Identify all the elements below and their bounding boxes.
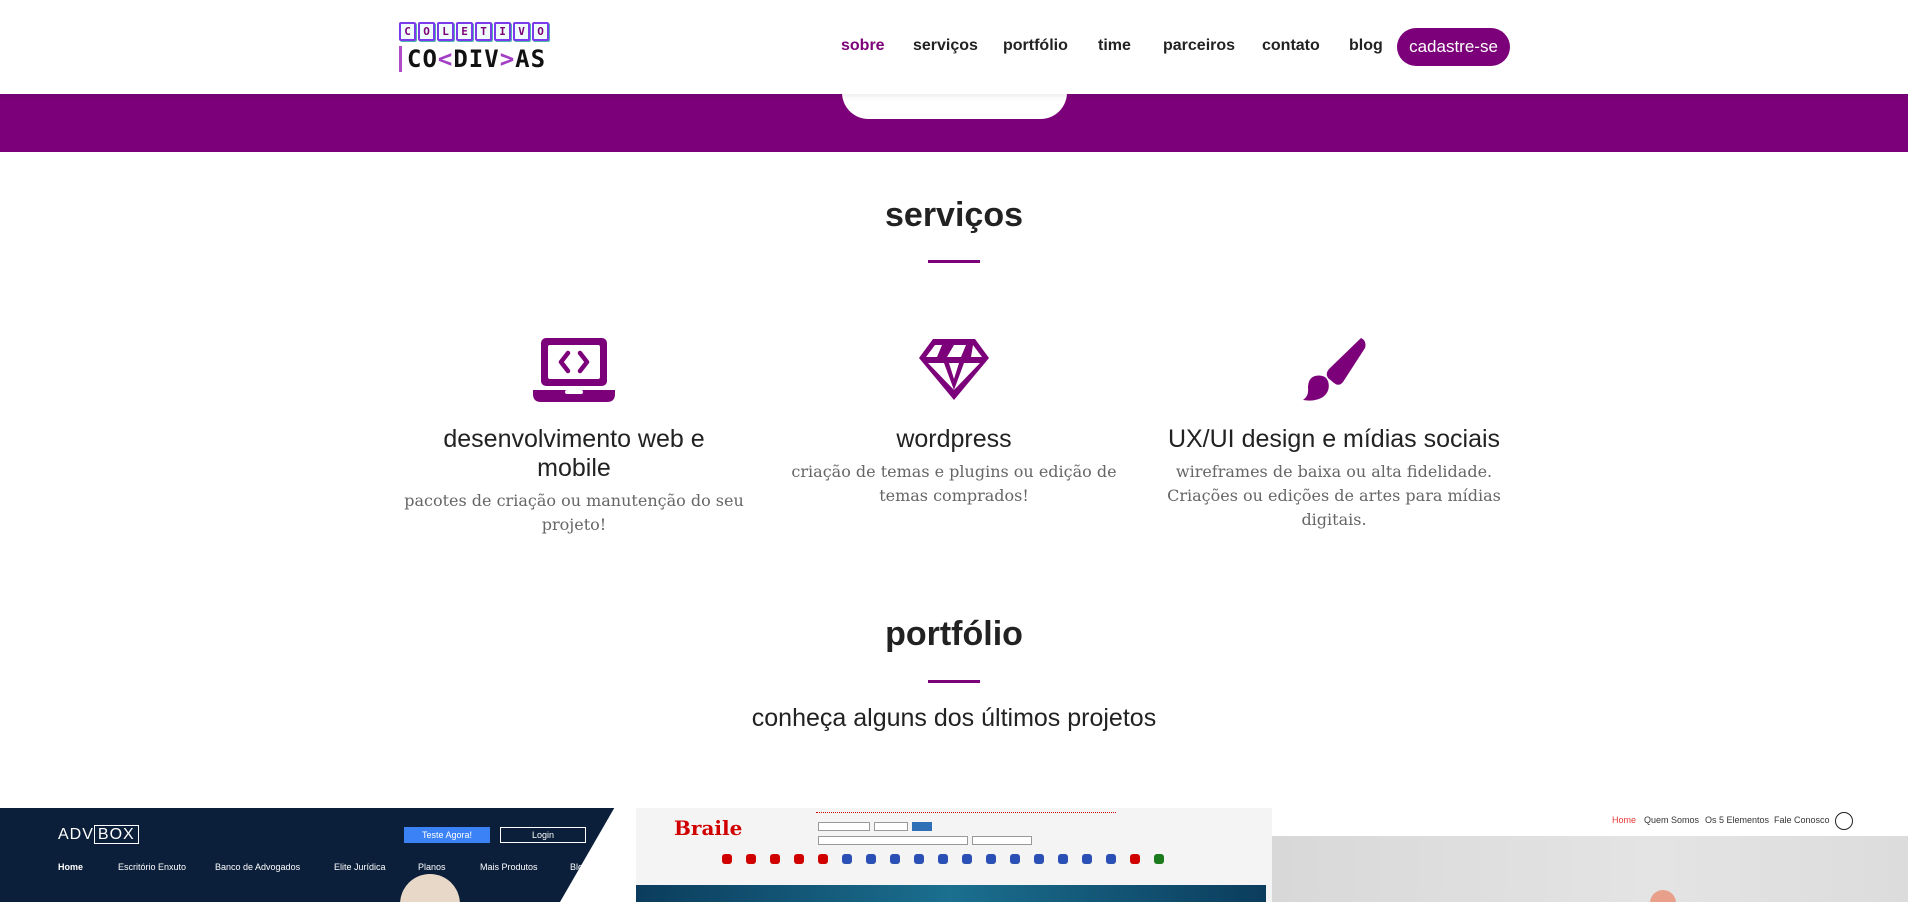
thumb-nav-item: Quem Somos [1644, 815, 1700, 825]
thumb-menu-item: Blog [570, 862, 589, 872]
site-logo[interactable]: C O L E T I V O CO<DIV>AS [399, 22, 561, 73]
thumb-category-icon [746, 854, 756, 864]
portfolio-title-underline [928, 680, 980, 683]
thumb-category-icon [866, 854, 876, 864]
logo-letter: T [475, 22, 492, 41]
logo-text-part: AS [515, 45, 547, 73]
thumb-nav-item: Fale Conosco [1774, 815, 1830, 825]
logo-text-part: DIV [453, 45, 500, 73]
thumb-category-icon [770, 854, 780, 864]
thumb-input [818, 822, 870, 831]
thumb-category-icon [890, 854, 900, 864]
thumb-category-icon [722, 854, 732, 864]
thumb-hero-image [636, 885, 1266, 902]
thumb-button-login: Login [500, 827, 586, 843]
logo-cursor-bar [399, 46, 402, 72]
thumb-search-button [912, 822, 932, 831]
thumb-category-icon [842, 854, 852, 864]
thumb-brand: ADV BOX [58, 825, 139, 844]
nav-item-contato[interactable]: contato [1262, 37, 1320, 55]
thumb-nav-item: Os 5 Elementos [1705, 815, 1770, 825]
signup-button[interactable]: cadastre-se [1397, 28, 1510, 66]
thumb-hero-image [1272, 836, 1908, 902]
nav-item-servicos[interactable]: serviços [913, 37, 978, 55]
thumb-input [874, 822, 908, 831]
nav-item-parceiros[interactable]: parceiros [1163, 37, 1235, 55]
thumb-select [818, 836, 968, 845]
thumb-nav: Home Quem Somos Os 5 Elementos Fale Cono… [1272, 808, 1908, 836]
service-description: criação de temas e plugins ou edição de … [791, 462, 1117, 505]
thumb-nav-item: Home [1612, 815, 1637, 825]
logo-letter: E [456, 22, 473, 41]
service-title: desenvolvimento web e mobile [443, 425, 705, 482]
service-title: UX/UI design e mídias sociais [1167, 425, 1501, 453]
thumb-category-icon [1034, 854, 1044, 864]
thumb-category-icon [962, 854, 972, 864]
logo-letter: C [399, 22, 416, 41]
paint-brush-icon [1164, 336, 1504, 404]
thumb-category-icon [1154, 854, 1164, 864]
logo-letter: O [532, 22, 549, 41]
site-header: C O L E T I V O CO<DIV>AS sobre serviços… [0, 0, 1908, 94]
thumb-category-icon [1010, 854, 1020, 864]
thumb-menu-item: Escritório Enxuto [118, 862, 187, 872]
thumb-category-icon [1082, 854, 1092, 864]
logo-wordmark: CO<DIV>AS [399, 45, 546, 73]
portfolio-item-advbox[interactable]: ADV BOX Teste Agora! Login Home Escritóri… [0, 808, 636, 902]
thumb-logo: Braile [674, 816, 743, 840]
logo-letter: O [418, 22, 435, 41]
logo-top-row: C O L E T I V O [399, 22, 549, 42]
thumb-menu-item: Home [58, 862, 84, 872]
thumb-category-icon [938, 854, 948, 864]
thumb-menu-item: Planos [418, 862, 446, 872]
user-icon [1835, 812, 1853, 830]
service-description: pacotes de criação ou manutenção do seu … [404, 491, 744, 534]
portfolio-item-braile[interactable]: Braile [636, 808, 1272, 902]
thumb-category-icon [1058, 854, 1068, 864]
portfolio-title: portfólio [885, 615, 1023, 653]
thumb-category-icon [986, 854, 996, 864]
thumb-menu-item: Elite Jurídica [334, 862, 386, 872]
portfolio-item-elementos[interactable]: Home Quem Somos Os 5 Elementos Fale Cono… [1272, 808, 1908, 902]
logo-text-part: CO [407, 45, 438, 73]
nav-item-blog[interactable]: blog [1349, 37, 1383, 55]
page: C O L E T I V O CO<DIV>AS sobre serviços… [0, 0, 1908, 902]
portfolio-subtitle: conheça alguns dos últimos projetos [751, 704, 1157, 732]
thumb-brand-part: ADV [58, 826, 94, 843]
thumb-category-icon [1130, 854, 1140, 864]
service-description: wireframes de baixa ou alta fidelidade. … [1167, 462, 1501, 529]
services-title-underline [928, 260, 980, 263]
thumb-top-links [816, 812, 1116, 816]
logo-bracket: > [499, 45, 516, 73]
thumb-button-primary: Teste Agora! [404, 827, 490, 843]
logo-bracket: < [437, 45, 454, 73]
thumb-category-icon [818, 854, 828, 864]
logo-letter: V [513, 22, 530, 41]
thumb-person-image [400, 874, 460, 902]
services-title: serviços [885, 196, 1023, 234]
service-title: wordpress [896, 425, 1012, 453]
nav-item-time[interactable]: time [1098, 37, 1131, 55]
thumb-category-icon [914, 854, 924, 864]
laptop-code-icon [404, 336, 744, 404]
nav-item-sobre[interactable]: sobre [841, 37, 885, 55]
thumb-menu-item: Banco de Advogados [215, 862, 301, 872]
thumb-diagonal-shape [560, 808, 636, 902]
nav-item-portfolio[interactable]: portfólio [1003, 37, 1068, 55]
thumb-select [972, 836, 1032, 845]
thumb-category-icon [794, 854, 804, 864]
gem-icon [784, 336, 1124, 404]
logo-letter: I [494, 22, 511, 41]
thumb-category-icon [1106, 854, 1116, 864]
logo-letter: L [437, 22, 454, 41]
thumb-menu-item: Mais Produtos [480, 862, 538, 872]
thumb-brand-part: BOX [93, 825, 139, 844]
thumb-icon-row [722, 854, 1164, 864]
